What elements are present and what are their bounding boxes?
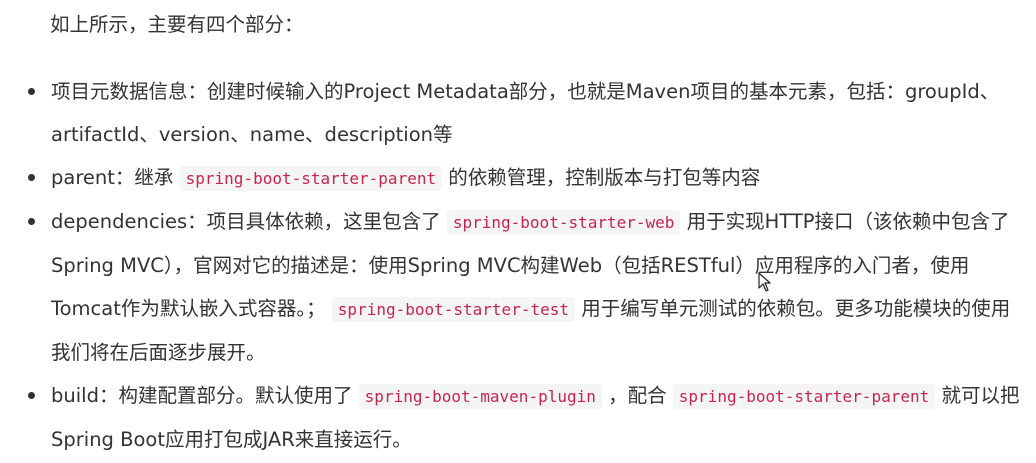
list-item-dependencies: dependencies：项目具体依赖，这里包含了 spring-boot-st… — [0, 200, 1036, 374]
item-term: dependencies — [51, 210, 188, 233]
mouse-pointer-icon — [758, 272, 771, 292]
bullet-dot-icon — [28, 392, 35, 399]
bullet-dot-icon — [28, 174, 35, 181]
item-text: 的依赖管理，控制版本与打包等内容 — [448, 166, 761, 189]
list-item-build: build：构建配置部分。默认使用了 spring-boot-maven-plu… — [0, 374, 1036, 461]
item-text: ：构建配置部分。默认使用了 — [98, 384, 353, 407]
item-term: build — [51, 384, 99, 407]
bullet-dot-icon — [28, 88, 35, 95]
inline-code: spring-boot-starter-web — [446, 210, 681, 235]
list-item-parent: parent：继承 spring-boot-starter-parent 的依赖… — [0, 156, 1036, 200]
list-item-metadata: 项目元数据信息：创建时候输入的Project Metadata部分，也就是Mav… — [0, 70, 1036, 156]
item-text: ：项目具体依赖，这里包含了 — [187, 210, 441, 233]
item-text: ：继承 — [114, 166, 174, 189]
item-text: ，配合 — [608, 384, 667, 407]
parts-list: 项目元数据信息：创建时候输入的Project Metadata部分，也就是Mav… — [0, 70, 1036, 461]
item-text: ：创建时候输入的Project Metadata部分，也就是Maven项目的基本… — [51, 80, 1000, 146]
item-term: 项目元数据信息 — [51, 80, 188, 103]
intro-text: 如上所示，主要有四个部分： — [50, 13, 304, 36]
inline-code: spring-boot-starter-parent — [672, 384, 936, 409]
document-body: 如上所示，主要有四个部分： 项目元数据信息：创建时候输入的Project Met… — [0, 0, 1036, 463]
bullet-dot-icon — [28, 218, 35, 225]
inline-code: spring-boot-starter-parent — [179, 166, 443, 191]
inline-code: spring-boot-maven-plugin — [358, 384, 602, 409]
item-term: parent — [51, 166, 115, 189]
inline-code: spring-boot-starter-test — [331, 297, 575, 322]
